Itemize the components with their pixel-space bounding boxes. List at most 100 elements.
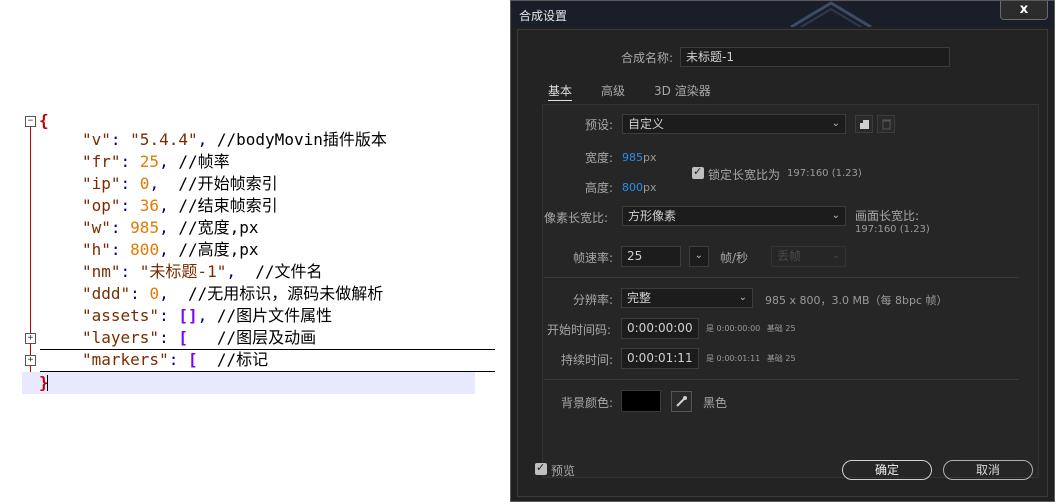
fold-expand-icon[interactable]: + [25, 333, 36, 344]
delete-preset-button[interactable] [877, 115, 895, 133]
colon: : [110, 130, 131, 149]
pixel-aspect-dropdown[interactable]: 方形像素 ⌄ [622, 206, 846, 226]
duration-label: 持续时间: [561, 353, 614, 367]
resolution-label: 分辨率: [573, 293, 614, 307]
code-comment: //开始帧索引 [159, 174, 278, 193]
code-line: + "layers": [ //图层及动画 [22, 327, 475, 349]
trash-icon [882, 119, 891, 130]
divider [544, 277, 1019, 278]
preset-label: 预设: [585, 118, 614, 132]
resolution-value: 完整 [627, 291, 652, 305]
colon: : [110, 218, 131, 237]
width-value[interactable]: 985 [622, 151, 643, 164]
code-comment: //无用标识，源码未做解析 [168, 284, 384, 303]
colon: : [159, 328, 179, 347]
eyedropper-button[interactable] [671, 391, 692, 412]
comma: , [149, 174, 160, 193]
start-timecode-prefix: 是 [706, 324, 714, 333]
eyedropper-icon [676, 396, 687, 407]
json-value: 800 [130, 240, 160, 259]
colon: : [168, 350, 188, 369]
json-value: "5.4.4" [130, 130, 198, 149]
comp-name-input[interactable]: 未标题-1 [680, 47, 950, 67]
colon: : [120, 152, 140, 171]
title-decoration [790, 1, 872, 27]
duration-input[interactable]: 0:00:01:11 [621, 348, 699, 369]
resolution-info: 985 x 800，3.0 MB（每 8bpc 帧） [765, 294, 948, 307]
divider [544, 379, 1019, 380]
json-key: "ddd" [82, 284, 131, 303]
duration-base: 基础 25 [766, 354, 796, 363]
comma: , [159, 284, 169, 303]
chevron-down-icon: ⌄ [831, 250, 840, 261]
cancel-button[interactable]: 取消 [943, 460, 1033, 480]
lock-aspect-checkbox[interactable] [692, 165, 704, 179]
save-icon [860, 120, 869, 129]
height-value[interactable]: 800 [622, 181, 643, 194]
start-timecode-input[interactable]: 0:00:00:00 [621, 318, 699, 339]
start-timecode-label: 开始时间码: [547, 323, 612, 337]
duration-prefix: 是 [706, 354, 714, 363]
chevron-down-icon: ⌄ [831, 210, 840, 221]
json-key: "assets" [82, 306, 160, 325]
json-key: "v" [82, 130, 111, 149]
start-timecode-info-value: 0:00:00:00 [716, 324, 761, 333]
resolution-dropdown[interactable]: 完整 ⌄ [621, 288, 753, 308]
json-key: "w" [82, 218, 111, 237]
pixel-aspect-value: 方形像素 [628, 209, 677, 223]
code-comment: //文件名 [235, 262, 323, 281]
bg-color-swatch[interactable] [621, 390, 661, 412]
tab-advanced[interactable]: 高级 [601, 82, 625, 99]
code-line: "ip": 0, //开始帧索引 [22, 173, 475, 195]
pixel-aspect-label: 像素长宽比: [544, 211, 609, 225]
colon: : [120, 262, 140, 281]
composition-settings-dialog: 合成设置 x 合成名称: 未标题-1 基本 高级 3D 渲染器 预设: 自定义 … [510, 0, 1055, 502]
colon: : [120, 196, 140, 215]
title-bar[interactable]: 合成设置 x [511, 1, 1054, 27]
comma: , [197, 306, 208, 325]
code-line-current[interactable]: } [22, 372, 475, 394]
width-label: 宽度: [585, 151, 614, 165]
comma: , [159, 196, 169, 215]
frame-aspect-value: 197:160 (1.23) [855, 224, 930, 235]
preset-dropdown[interactable]: 自定义 ⌄ [622, 114, 846, 134]
comp-name-label: 合成名称: [621, 51, 674, 65]
colon: : [120, 174, 140, 193]
close-button[interactable]: x [1000, 1, 1048, 20]
fps-unit: 帧/秒 [720, 251, 749, 265]
json-key: "h" [82, 240, 111, 259]
json-key: "nm" [82, 262, 121, 281]
tab-basic[interactable]: 基本 [548, 82, 573, 101]
duration-info-value: 0:00:01:11 [716, 354, 761, 363]
fps-input[interactable]: 25 [621, 246, 681, 267]
code-line: + "markers": [ //标记 [22, 349, 475, 371]
code-editor[interactable]: − { "v": "5.4.4", //bodyMovin插件版本 "fr": … [22, 110, 495, 396]
json-key: "markers" [82, 350, 169, 369]
comma: , [159, 152, 169, 171]
fps-dropdown[interactable]: ⌄ [689, 246, 709, 267]
lock-aspect-label: 锁定长宽比为 [708, 168, 781, 182]
code-comment: //图片文件属性 [207, 306, 333, 325]
code-line: "assets": [], //图片文件属性 [22, 305, 475, 327]
code-line: "nm": "未标题-1", //文件名 [22, 261, 475, 283]
json-value: 0 [149, 284, 160, 303]
json-key: "op" [82, 196, 121, 215]
preview-checkbox[interactable] [535, 461, 547, 475]
tab-3d-renderer[interactable]: 3D 渲染器 [654, 82, 711, 99]
fold-expand-icon[interactable]: + [25, 355, 36, 366]
code-comment: //宽度,px [168, 218, 259, 237]
json-key: "ip" [82, 174, 121, 193]
code-line: "w": 985, //宽度,px [22, 217, 475, 239]
frame-aspect-label: 画面长宽比: [855, 209, 920, 223]
text-caret [47, 375, 48, 391]
colon: : [130, 284, 150, 303]
lock-aspect-ratio: 197:160 (1.23) [787, 168, 862, 179]
bg-color-label: 背景颜色: [561, 396, 614, 410]
fold-collapse-icon[interactable]: − [25, 116, 36, 127]
code-comment: //图层及动画 [187, 328, 317, 347]
ok-button[interactable]: 确定 [842, 460, 932, 480]
colon: : [110, 240, 131, 259]
save-preset-button[interactable] [855, 115, 873, 133]
comma: , [197, 130, 208, 149]
code-comment: //结束帧索引 [168, 196, 278, 215]
